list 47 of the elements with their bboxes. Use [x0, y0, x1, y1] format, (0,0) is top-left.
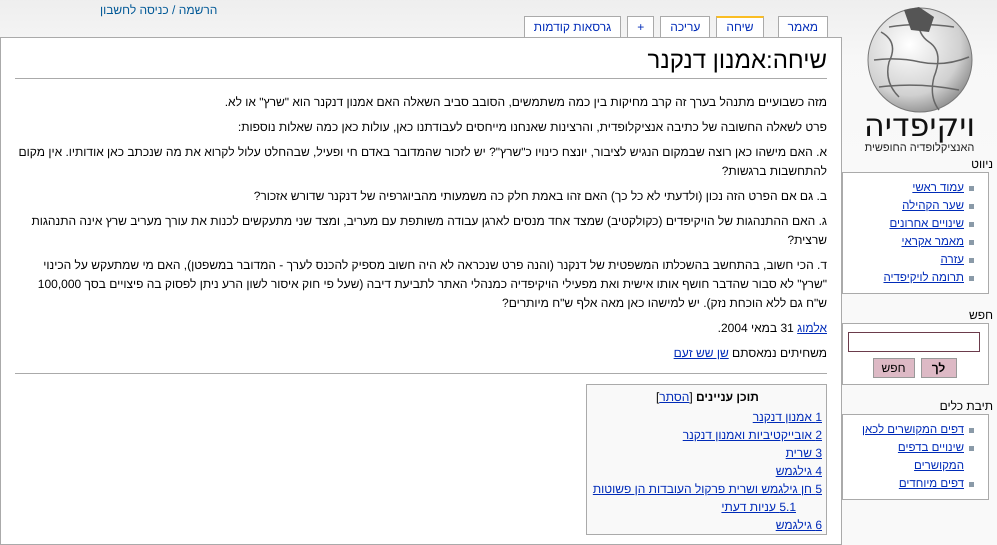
bracket-text: [ — [689, 390, 693, 404]
bullet-icon — [969, 482, 974, 487]
nav-link[interactable]: שער הקהילה — [902, 197, 964, 215]
paragraph: פרט לשאלה החשובה של כתיבה אנציקלופדית, והרצינות שאנחנו מייחסים לעבודתנו כאן, עולות כאן כמה שאלות נוספות: — [236, 119, 827, 136]
paragraph: א. האם מישהו כאן רוצה שבמקום הנגיש לציבור, יונצח כינויו כ"שרץ"? יש לזכור שהמדובר באדם חי ופעיל, שבהחלט עלול לקרוא את מה שנכתב כאן אודותיו. אין מקום להתחשבות ברגשות? — [18, 144, 827, 180]
go-button[interactable]: לך — [920, 358, 956, 378]
bracket-text: ] — [656, 390, 660, 404]
page-tab[interactable]: גרסאות קודמות — [524, 16, 622, 38]
page-tab[interactable]: + — [627, 16, 654, 38]
paragraph: ב. גם אם הפרט הזה נכון (ולדעתי לא כל כך) האם זהו באמת חלק כה משמעותי מהביוגרפיה של דנקנר שדורש אזכור? — [252, 188, 827, 205]
toolbox-link[interactable]: דפים מיוחדים — [898, 475, 964, 493]
paragraph: מזה כשבועיים מתנהל בערך זה קרב מחיקות בין כמה משתמשים, הסובב סביב השאלה האם אמנון דנקנר הוא "שרץ" או לא. — [224, 94, 827, 111]
bullet-icon — [969, 258, 974, 263]
paragraph: משחיתים נמאסתם שן שש זעם — [672, 345, 827, 362]
bullet-icon — [969, 240, 974, 245]
paragraph: אלמוג 31 במאי 2004. — [716, 320, 827, 337]
page-tab[interactable]: מאמר — [778, 16, 828, 38]
page-tab[interactable]: עריכה — [660, 16, 710, 38]
nav-link[interactable]: עמוד ראשי — [912, 179, 964, 197]
toolbox-link[interactable]: שינויים בדפים המקושרים — [847, 439, 964, 475]
portlet-heading: ניווט — [970, 156, 994, 172]
bullet-icon — [969, 276, 974, 281]
portlet-heading: חפש — [968, 307, 994, 323]
bullet-icon — [969, 222, 974, 227]
paragraph: ד. הכי חשוב, בהתחשב בהשכלתו המשפטית של דנקנר (והנה פרט שנכראה לא היה חשוב מספיק להכנס לערך - המדובר במשפטן), האם מי שמתעקש על הכינוי "שרץ" לא סבור שהדבר חושף אותו אישית ואת מפעילי הויקיפדיה כמנהלי האתר לתביעת דיבה (שעל פי חוק איסור לשון הרע ניתן לפסוק בה פיצויים בסך 100,000 ש"ח גם ללא הוכחת נזק). יש למישהו כאן מאה אלף ש"ח מיותרים? — [36, 257, 827, 312]
page-title: שיחה:אמנון דנקנר — [15, 46, 827, 79]
nav-link[interactable]: שינויים אחרונים — [889, 215, 964, 233]
hide-link[interactable]: הסתר — [659, 390, 690, 404]
nav-link[interactable]: מאמר אקראי — [902, 233, 964, 251]
account-link[interactable]: הרשמה / כניסה לחשבון — [100, 3, 218, 17]
logo[interactable]: ויקיפדיה האנציקלופדיה החופשית — [842, 0, 997, 155]
portlet-heading: תיבת כלים — [938, 398, 994, 414]
bullet-icon — [969, 428, 974, 433]
toolbox-link[interactable]: דפים המקושרים לכאן — [862, 421, 964, 439]
bullet-icon — [969, 446, 974, 451]
nav-link[interactable]: עזרה — [940, 251, 964, 269]
paragraph: ג. האם ההתנהגות של הויקיפדים (כקולקטיב) שמצד אחד מנסים לארגן עבודה משותפת עם מעריב, ומצד שני מתעקשים לכנות את עורך מעריב שרץ אינה התנהגות שרצית? — [30, 213, 827, 249]
user-link[interactable]: שן שש זעם — [674, 346, 729, 360]
logo-tagline: האנציקלופדיה החופשית — [864, 142, 974, 154]
bullet-icon — [969, 204, 974, 209]
bullet-icon — [969, 186, 974, 191]
page-tab[interactable]: שיחה — [716, 16, 764, 38]
search-field[interactable] — [848, 332, 980, 352]
search-button[interactable]: חפש — [872, 358, 914, 378]
toc-title: תוכן עניינים — [696, 390, 759, 404]
user-link[interactable]: אלמוג — [797, 321, 827, 335]
nav-link[interactable]: תרומה לויקיפדיה — [884, 269, 964, 287]
